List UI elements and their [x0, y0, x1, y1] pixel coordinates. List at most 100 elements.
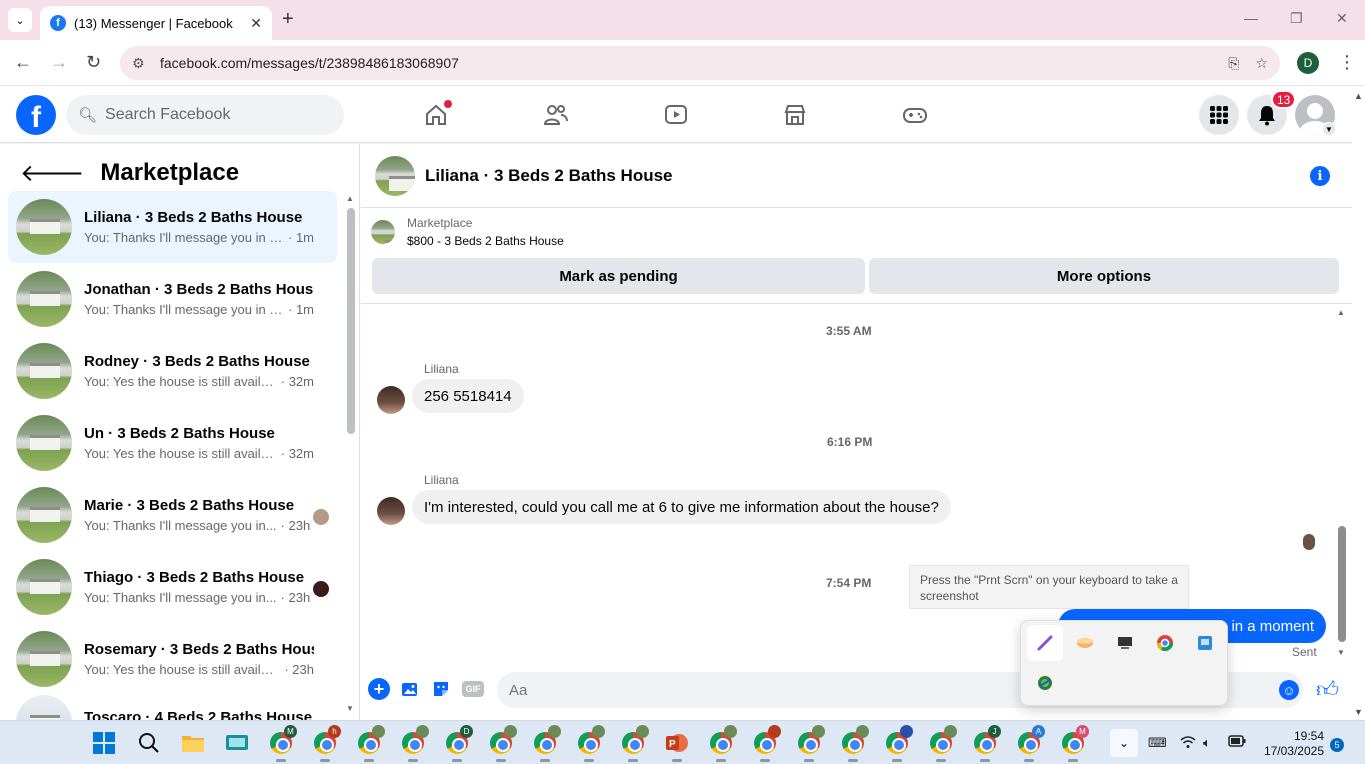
chrome-taskbar-icon[interactable]: h [311, 725, 341, 762]
info-icon[interactable]: i [1310, 166, 1330, 186]
app-icon[interactable] [223, 729, 251, 757]
pen-app-icon[interactable] [1027, 625, 1063, 661]
volume-icon[interactable]: 🔈︎ [1203, 735, 1211, 751]
conversation-name: Liliana · 3 Beds 2 Baths House [84, 209, 303, 226]
update-app-icon[interactable] [1027, 665, 1063, 701]
search-icon[interactable] [135, 729, 163, 757]
display-app-icon[interactable] [1107, 625, 1143, 661]
conversation-item[interactable]: Thiago · 3 Beds 2 Baths House You: Thank… [8, 551, 337, 623]
start-button[interactable] [90, 729, 118, 757]
scroll-up-arrow-icon[interactable]: ▲ [1354, 91, 1363, 101]
chrome-taskbar-icon[interactable]: J [971, 725, 1001, 762]
chrome-taskbar-icon[interactable] [707, 725, 737, 762]
attach-photo-icon[interactable] [399, 678, 421, 700]
facebook-logo[interactable]: f [16, 95, 56, 135]
chrome-taskbar-icon[interactable]: M [267, 725, 297, 762]
browser-menu-icon[interactable]: ⋮ [1338, 52, 1356, 73]
show-hidden-icons-button[interactable]: ⌄ [1110, 729, 1138, 757]
listing-summary[interactable]: Marketplace $800 - 3 Beds 2 Baths House [371, 216, 564, 248]
chat-scrollbar[interactable]: ▲ ▼ [1335, 308, 1349, 660]
sticker-icon[interactable] [430, 678, 452, 700]
chrome-tray-icon[interactable] [1147, 625, 1183, 661]
restore-button[interactable]: ❐ [1290, 10, 1303, 27]
chevron-down-icon[interactable]: ▼ [1322, 122, 1336, 136]
chrome-taskbar-icon[interactable] [619, 725, 649, 762]
clock-date: 17/03/2025 [1263, 744, 1324, 758]
thumbs-up-icon[interactable]: 👍︎ [1316, 676, 1339, 703]
chat-thumbnail[interactable] [375, 155, 415, 196]
friends-icon[interactable] [542, 101, 570, 129]
gaming-icon[interactable] [901, 101, 929, 129]
scroll-down-arrow-icon[interactable]: ▼ [1354, 707, 1363, 717]
page-scrollbar[interactable]: ▲ ▼ [1352, 87, 1365, 720]
powerpoint-icon[interactable]: P [663, 729, 691, 762]
conversation-item[interactable]: Rodney · 3 Beds 2 Baths House You: Yes t… [8, 335, 337, 407]
minimize-button[interactable]: — [1244, 10, 1258, 26]
back-button[interactable]: ← [14, 52, 32, 73]
chrome-taskbar-icon[interactable]: M [1059, 725, 1089, 762]
window-close-button[interactable]: ✕ [1336, 10, 1348, 27]
chrome-taskbar-icon[interactable] [487, 725, 517, 762]
chrome-taskbar-icon[interactable]: A [1015, 725, 1045, 762]
chrome-taskbar-icon[interactable] [795, 725, 825, 762]
browser-profile-avatar[interactable]: D [1297, 52, 1319, 74]
message-bubble[interactable]: 256 5518414 [412, 379, 524, 413]
file-explorer-icon[interactable] [179, 729, 207, 757]
storage-app-icon[interactable] [1067, 625, 1103, 661]
notification-center-badge[interactable]: 5 [1330, 738, 1344, 752]
wifi-icon[interactable] [1180, 735, 1196, 752]
network-app-icon[interactable] [1187, 625, 1223, 661]
conversation-item[interactable]: Jonathan · 3 Beds 2 Baths House You: Tha… [8, 263, 337, 335]
tab-search-button[interactable]: ⌄ [8, 8, 32, 32]
chrome-taskbar-icon[interactable] [883, 725, 913, 762]
scroll-down-arrow-icon[interactable]: ▼ [1337, 648, 1345, 657]
emoji-icon[interactable]: ☺ [1279, 680, 1299, 700]
chrome-taskbar-icon[interactable] [355, 725, 385, 762]
conversation-item[interactable]: Rosemary · 3 Beds 2 Baths House You: Yes… [8, 623, 337, 695]
more-options-button[interactable]: More options [869, 258, 1339, 294]
facebook-search[interactable]: 🔍︎ Search Facebook [66, 95, 344, 135]
site-info-icon[interactable]: ⚙ [132, 55, 148, 72]
message-bubble[interactable]: I'm interested, could you call me at 6 t… [412, 490, 951, 524]
video-icon[interactable] [662, 101, 690, 129]
close-tab-icon[interactable]: ✕ [250, 15, 262, 32]
scroll-up-arrow-icon[interactable]: ▲ [346, 194, 354, 203]
chrome-taskbar-icon[interactable] [927, 725, 957, 762]
conversation-item[interactable]: Toscaro · 4 Beds 2 Baths House [8, 695, 337, 720]
conversation-item[interactable]: Un · 3 Beds 2 Baths House You: Yes the h… [8, 407, 337, 479]
scroll-down-arrow-icon[interactable]: ▼ [346, 704, 354, 713]
scroll-up-arrow-icon[interactable]: ▲ [1337, 308, 1345, 317]
gif-icon[interactable]: GIF [462, 681, 484, 697]
plus-icon[interactable]: + [368, 678, 390, 700]
keyboard-icon[interactable]: ⌨ [1148, 735, 1167, 751]
menu-grid-button[interactable] [1199, 95, 1239, 135]
bookmark-star-icon[interactable]: ☆ [1255, 55, 1268, 72]
system-clock[interactable]: 19:54 17/03/2025 [1256, 729, 1324, 759]
chrome-taskbar-icon[interactable] [751, 725, 781, 762]
chrome-taskbar-icon[interactable]: D [443, 725, 473, 762]
chrome-taskbar-icon[interactable] [575, 725, 605, 762]
scrollbar-thumb[interactable] [1338, 526, 1346, 642]
running-indicator [408, 759, 418, 762]
conversation-list-scrollbar[interactable]: ▲ ▼ [343, 194, 357, 714]
scrollbar-thumb[interactable] [347, 208, 355, 434]
conversation-item[interactable]: Marie · 3 Beds 2 Baths House You: Thanks… [8, 479, 337, 551]
reload-button[interactable]: ↻ [86, 52, 101, 73]
chrome-taskbar-icon[interactable] [399, 725, 429, 762]
browser-tab[interactable]: f (13) Messenger | Facebook ✕ [40, 6, 272, 40]
chat-title[interactable]: Liliana · 3 Beds 2 Baths House [425, 166, 673, 186]
chrome-taskbar-icon[interactable] [839, 725, 869, 762]
forward-button[interactable]: → [50, 52, 68, 73]
sender-avatar[interactable] [377, 386, 405, 414]
omnibox[interactable]: ⚙ facebook.com/messages/t/23898486183068… [120, 46, 1280, 80]
url-text[interactable]: facebook.com/messages/t/2389848618306890… [160, 55, 1212, 71]
mark-pending-button[interactable]: Mark as pending [372, 258, 865, 294]
install-app-icon[interactable]: ⎘ [1228, 55, 1239, 72]
chrome-taskbar-icon[interactable] [531, 725, 561, 762]
back-arrow-icon[interactable]: 🡐 [20, 158, 84, 188]
battery-icon[interactable] [1228, 735, 1246, 750]
conversation-item[interactable]: Liliana · 3 Beds 2 Baths House You: Than… [8, 191, 337, 263]
sender-avatar[interactable] [377, 497, 405, 525]
new-tab-button[interactable]: + [282, 8, 294, 31]
marketplace-icon[interactable] [781, 101, 809, 129]
